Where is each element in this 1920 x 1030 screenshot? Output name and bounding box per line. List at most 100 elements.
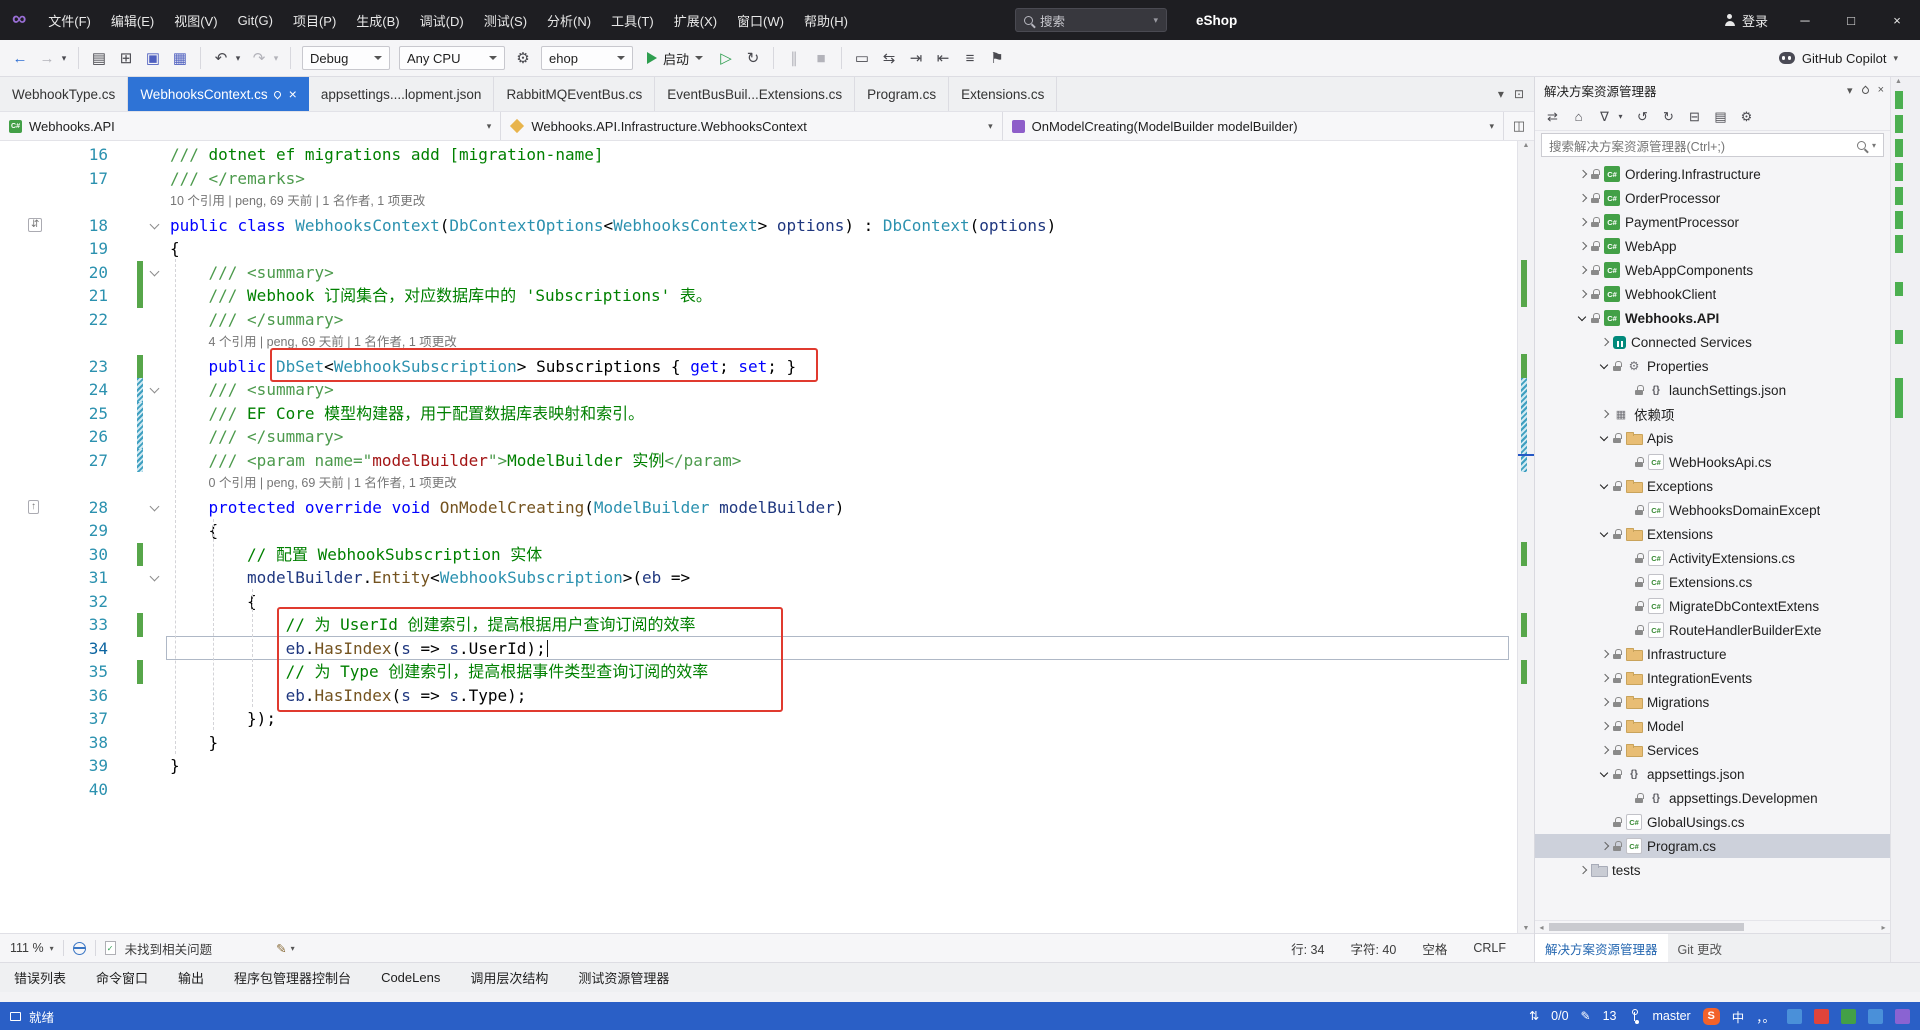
github-copilot-button[interactable]: GitHub Copilot ▾ bbox=[1778, 51, 1912, 66]
tree-item-Extensions[interactable]: Extensions bbox=[1535, 522, 1890, 546]
startup-project-select[interactable]: ehop bbox=[541, 46, 633, 70]
code-text[interactable]: // 配置 WebhookSubscription 实体 bbox=[170, 543, 1517, 567]
menu-item-11[interactable]: 扩展(X) bbox=[664, 0, 727, 40]
code-pane[interactable]: 16 /// dotnet ef migrations add [migratio… bbox=[0, 141, 1517, 933]
tree-item-ActivityExtensions.cs[interactable]: C# ActivityExtensions.cs bbox=[1535, 546, 1890, 570]
chevron-right-icon[interactable] bbox=[1575, 234, 1591, 258]
global-search-box[interactable]: 搜索 ▾ bbox=[1015, 8, 1167, 32]
ime-mode[interactable]: 中 bbox=[1732, 1007, 1745, 1026]
code-text[interactable]: modelBuilder.Entity<WebhookSubscription>… bbox=[170, 566, 1517, 590]
code-text[interactable]: /// </summary> bbox=[170, 308, 1517, 332]
fold-chevron-icon[interactable] bbox=[149, 501, 160, 511]
tree-item-Webhooks.API[interactable]: C# Webhooks.API bbox=[1535, 306, 1890, 330]
branch-icon[interactable] bbox=[1629, 1009, 1641, 1023]
save-all-icon[interactable]: ▦ bbox=[168, 46, 192, 70]
back-icon[interactable]: ← bbox=[8, 46, 32, 70]
tree-item-Infrastructure[interactable]: Infrastructure bbox=[1535, 642, 1890, 666]
tree-item-appsettings.json[interactable]: {} appsettings.json bbox=[1535, 762, 1890, 786]
scroll-right-icon[interactable]: ▸ bbox=[1877, 921, 1890, 933]
redo-icon[interactable]: ↷ bbox=[247, 46, 271, 70]
tree-item-Migrations[interactable]: Migrations bbox=[1535, 690, 1890, 714]
type-dropdown[interactable]: Webhooks.API.Infrastructure.WebhooksCont… bbox=[501, 112, 1003, 140]
chevron-down-icon[interactable] bbox=[1597, 474, 1613, 498]
code-text[interactable]: { bbox=[170, 237, 1517, 261]
menu-item-5[interactable]: 项目(P) bbox=[283, 0, 346, 40]
document-tab-RabbitMQEventBus.cs[interactable]: RabbitMQEventBus.cs bbox=[494, 77, 656, 111]
chevron-down-icon[interactable] bbox=[1597, 426, 1613, 450]
break-all-icon[interactable]: ∥ bbox=[782, 46, 806, 70]
codelens-info[interactable]: 0 个引用 | peng, 69 天前 | 1 名作者, 1 项更改 bbox=[170, 472, 1517, 496]
code-text[interactable]: /// dotnet ef migrations add [migration-… bbox=[170, 143, 1517, 167]
tree-item-MigrateDbContextExtens[interactable]: C# MigrateDbContextExtens bbox=[1535, 594, 1890, 618]
editor-scrollbar[interactable]: ▲ ▼ bbox=[1517, 141, 1534, 933]
redo-dropdown-icon[interactable]: ▾ bbox=[270, 46, 282, 70]
code-text[interactable]: /// </summary> bbox=[170, 425, 1517, 449]
pencil-icon[interactable]: ✎ bbox=[1581, 1009, 1591, 1023]
code-text[interactable]: /// <summary> bbox=[170, 261, 1517, 285]
tree-item-Exceptions[interactable]: Exceptions bbox=[1535, 474, 1890, 498]
tree-item-WebHooksApi.cs[interactable]: C# WebHooksApi.cs bbox=[1535, 450, 1890, 474]
filter-icon[interactable]: ∇ bbox=[1596, 107, 1613, 127]
document-tab-Extensions.cs[interactable]: Extensions.cs bbox=[949, 77, 1058, 111]
panel-tab-CodeLens[interactable]: CodeLens bbox=[381, 970, 440, 985]
forward-icon[interactable]: → bbox=[35, 46, 59, 70]
code-text[interactable]: eb.HasIndex(s => s.Type); bbox=[170, 684, 1517, 708]
menu-item-8[interactable]: 测试(S) bbox=[474, 0, 537, 40]
panel-tab-调用层次结构[interactable]: 调用层次结构 bbox=[470, 968, 548, 987]
code-text[interactable]: public class WebhooksContext(DbContextOp… bbox=[170, 214, 1517, 238]
solution-name[interactable]: eShop bbox=[1186, 0, 1247, 40]
tree-item-WebApp[interactable]: C# WebApp bbox=[1535, 234, 1890, 258]
code-text[interactable]: /// Webhook 订阅集合，对应数据库中的 'Subscriptions'… bbox=[170, 284, 1517, 308]
tab-layout-icon[interactable]: ⊡ bbox=[1514, 87, 1524, 101]
document-tab-WebhooksContext.cs[interactable]: WebhooksContext.cs × bbox=[128, 77, 309, 111]
code-text[interactable]: } bbox=[170, 754, 1517, 778]
bookmark-icon[interactable]: ⚑ bbox=[985, 46, 1009, 70]
codelens-info[interactable]: 10 个引用 | peng, 69 天前 | 1 名作者, 1 项更改 bbox=[170, 190, 1517, 214]
sync-with-active-document-icon[interactable]: ↺ bbox=[1634, 107, 1651, 127]
menu-item-12[interactable]: 窗口(W) bbox=[727, 0, 794, 40]
chevron-down-icon[interactable] bbox=[1597, 522, 1613, 546]
code-text[interactable]: }); bbox=[170, 707, 1517, 731]
menu-item-6[interactable]: 生成(B) bbox=[346, 0, 409, 40]
window-menu-icon[interactable]: ▾ bbox=[1847, 84, 1853, 97]
column-indicator[interactable]: 字符: 40 bbox=[1350, 939, 1396, 958]
switch-views-icon[interactable]: ⇄ bbox=[1544, 107, 1561, 127]
document-list-icon[interactable]: ▾ bbox=[1498, 87, 1504, 101]
panel-tab-输出[interactable]: 输出 bbox=[178, 968, 204, 987]
configuration-select[interactable]: Debug bbox=[302, 46, 390, 70]
chevron-right-icon[interactable] bbox=[1597, 666, 1613, 690]
target-settings-icon[interactable]: ⚙ bbox=[511, 46, 535, 70]
chevron-right-icon[interactable] bbox=[1575, 210, 1591, 234]
chevron-right-icon[interactable] bbox=[1575, 282, 1591, 306]
codelens-info[interactable]: 4 个引用 | peng, 69 天前 | 1 名作者, 1 项更改 bbox=[170, 331, 1517, 355]
sogou-ime-icon[interactable]: S bbox=[1702, 1007, 1720, 1025]
tree-item-Extensions.cs[interactable]: C# Extensions.cs bbox=[1535, 570, 1890, 594]
sign-in-button[interactable]: 登录 bbox=[1710, 0, 1782, 40]
solution-explorer-scrollbar[interactable]: ▲ bbox=[1890, 77, 1920, 962]
eol-indicator[interactable]: CRLF bbox=[1473, 941, 1506, 955]
panel-tab-解决方案资源管理器[interactable]: 解决方案资源管理器 bbox=[1535, 934, 1668, 962]
pin-icon[interactable] bbox=[1860, 85, 1871, 95]
solution-search-box[interactable]: 搜索解决方案资源管理器(Ctrl+;) ▾ bbox=[1541, 133, 1884, 157]
new-project-icon[interactable]: ▤ bbox=[87, 46, 111, 70]
code-text[interactable]: protected override void OnModelCreating(… bbox=[170, 496, 1517, 520]
maximize-button[interactable]: □ bbox=[1828, 0, 1874, 40]
tray-icon-purple[interactable] bbox=[1895, 1008, 1910, 1024]
close-icon[interactable]: × bbox=[1878, 84, 1884, 96]
close-button[interactable]: × bbox=[1874, 0, 1920, 40]
line-indicator[interactable]: 行: 34 bbox=[1291, 939, 1324, 958]
stop-icon[interactable]: ■ bbox=[809, 46, 833, 70]
tree-item-WebhooksDomainExcept[interactable]: C# WebhooksDomainExcept bbox=[1535, 498, 1890, 522]
menu-item-10[interactable]: 工具(T) bbox=[601, 0, 664, 40]
tree-item-appsettings.Developmen[interactable]: {} appsettings.Developmen bbox=[1535, 786, 1890, 810]
menu-item-2[interactable]: 编辑(E) bbox=[101, 0, 164, 40]
outdent-icon[interactable]: ⇤ bbox=[931, 46, 955, 70]
document-health-icon[interactable]: ✓ bbox=[104, 941, 116, 955]
tree-item-依赖项[interactable]: ▦ 依赖项 bbox=[1535, 402, 1890, 426]
scroll-up-icon[interactable]: ▲ bbox=[1518, 142, 1534, 149]
document-tab-appsettings....lopment.json[interactable]: appsettings....lopment.json bbox=[309, 77, 495, 111]
tree-item-OrderProcessor[interactable]: C# OrderProcessor bbox=[1535, 186, 1890, 210]
menu-item-9[interactable]: 分析(N) bbox=[537, 0, 601, 40]
scroll-left-icon[interactable]: ◂ bbox=[1535, 921, 1548, 933]
fold-chevron-icon[interactable] bbox=[149, 266, 160, 276]
